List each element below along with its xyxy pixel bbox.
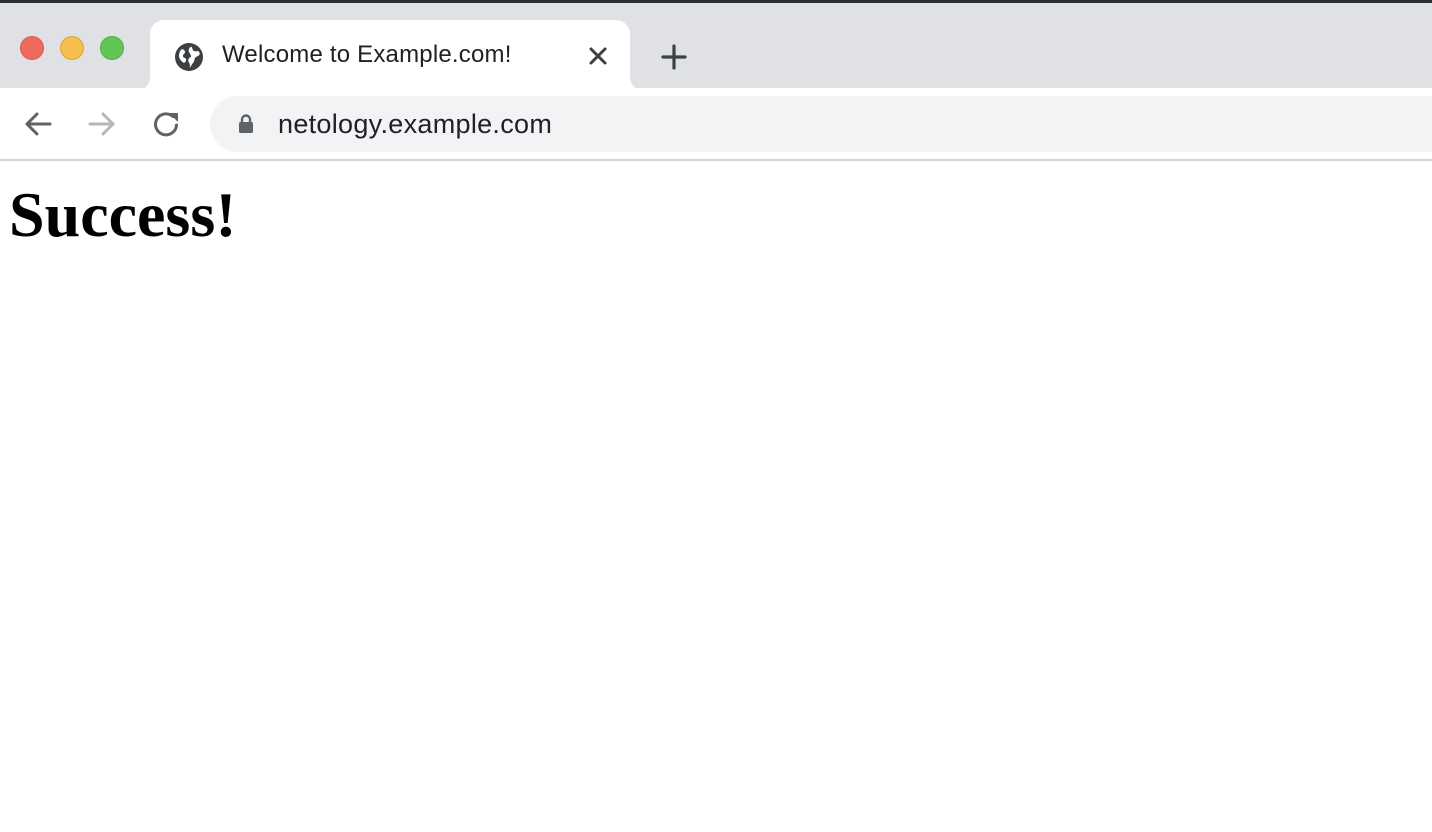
lock-icon[interactable] xyxy=(234,112,258,136)
window-minimize-button[interactable] xyxy=(60,36,84,60)
address-bar-url[interactable]: netology.example.com xyxy=(278,109,552,140)
close-icon[interactable] xyxy=(584,42,612,70)
arrow-right-icon[interactable] xyxy=(84,106,120,142)
window-close-button[interactable] xyxy=(20,36,44,60)
arrow-left-icon[interactable] xyxy=(20,106,56,142)
globe-icon xyxy=(175,43,203,71)
tab-title: Welcome to Example.com! xyxy=(222,41,512,68)
page-heading: Success! xyxy=(9,179,237,250)
navigation-toolbar: netology.example.com xyxy=(0,88,1432,160)
tab-strip: Welcome to Example.com! xyxy=(0,3,1432,91)
reload-icon[interactable] xyxy=(148,106,184,142)
page-viewport: Success! xyxy=(0,161,1432,832)
window-maximize-button[interactable] xyxy=(100,36,124,60)
address-bar[interactable]: netology.example.com xyxy=(210,96,1432,152)
tab-active[interactable]: Welcome to Example.com! xyxy=(150,20,630,91)
plus-icon[interactable] xyxy=(656,39,692,75)
browser-window: Welcome to Example.com! netology.example… xyxy=(0,0,1432,832)
